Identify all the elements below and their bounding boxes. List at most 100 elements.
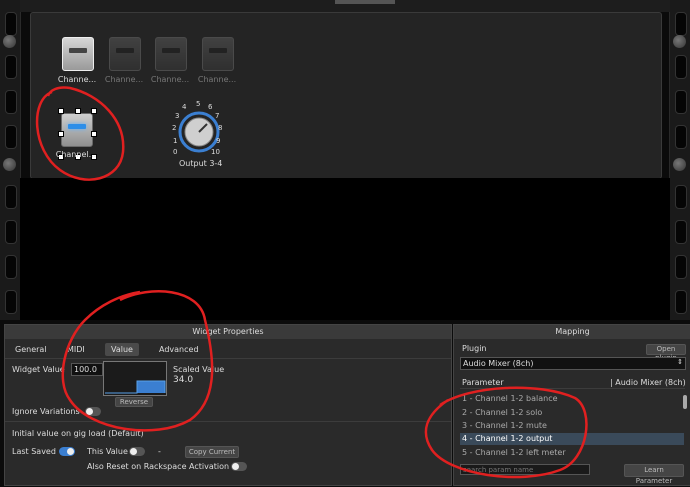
value-curve-editor[interactable]	[103, 361, 167, 396]
rail-hole	[5, 12, 17, 36]
rail-hole	[675, 12, 687, 36]
select-arrows-icon: ⇕	[677, 358, 683, 366]
rack-top-tab[interactable]	[335, 0, 395, 4]
widget-value-field[interactable]: 100.0	[71, 363, 103, 376]
divider	[5, 421, 451, 422]
plugin-label: Plugin	[462, 344, 487, 353]
fader-widget[interactable]	[62, 37, 94, 71]
resize-handle[interactable]	[91, 131, 97, 137]
rail-hole	[5, 220, 17, 244]
rail-hole	[5, 55, 17, 79]
last-saved-toggle[interactable]	[59, 447, 75, 456]
rail-hole	[5, 255, 17, 279]
tab-general[interactable]: General	[9, 343, 53, 356]
parameter-list-item[interactable]: 1 - Channel 1-2 balance	[460, 393, 684, 405]
toggle-knob	[86, 408, 93, 415]
tab-midi[interactable]: MIDI	[61, 343, 91, 356]
plugin-select-value: Audio Mixer (8ch)	[463, 359, 534, 368]
fader-slot	[68, 124, 86, 129]
toggle-knob	[130, 448, 137, 455]
reverse-button[interactable]: Reverse	[115, 397, 153, 407]
also-reset-label: Also Reset on Rackspace Activation	[87, 462, 230, 471]
parameter-search-input[interactable]	[460, 464, 590, 475]
toggle-knob	[67, 448, 74, 455]
rail-hole	[5, 290, 17, 314]
rack-panel[interactable]: Channe... Channe... Channe... Channe... …	[30, 12, 662, 179]
initial-value-label: Initial value on gig load (Default)	[12, 429, 144, 438]
rail-hole	[675, 220, 687, 244]
mapping-title: Mapping	[454, 325, 690, 339]
fader-widget[interactable]	[109, 37, 141, 71]
widget-properties-title: Widget Properties	[5, 325, 451, 339]
rack-rail-right	[669, 0, 690, 320]
this-value-label: This Value	[87, 447, 128, 456]
rail-screw	[3, 35, 16, 48]
rail-hole	[675, 55, 687, 79]
widget-label: Channe...	[150, 75, 190, 84]
parameter-list-item[interactable]: 2 - Channel 1-2 solo	[460, 407, 684, 419]
knob-scale-label: 4	[182, 103, 187, 111]
selected-fader-widget[interactable]	[61, 113, 93, 147]
also-reset-toggle[interactable]	[231, 462, 247, 471]
rail-hole	[5, 125, 17, 149]
mapping-panel: Mapping Plugin Open plugin Audio Mixer (…	[453, 324, 690, 486]
rack-empty-area[interactable]	[20, 178, 670, 320]
ignore-variations-toggle[interactable]	[85, 407, 101, 416]
knob-scale-label: 7	[215, 112, 220, 120]
fader-slot	[162, 48, 180, 53]
knob-scale-label: 3	[175, 112, 180, 120]
knob-scale-label: 10	[211, 148, 220, 156]
rail-screw	[673, 158, 686, 171]
scaled-value: 34.0	[173, 375, 194, 385]
open-plugin-button[interactable]: Open plugin	[646, 344, 686, 362]
resize-handle[interactable]	[58, 108, 64, 114]
fader-widget[interactable]	[202, 37, 234, 71]
divider	[5, 358, 451, 359]
knob-scale-label: 5	[196, 100, 201, 108]
knob-scale-label: 0	[173, 148, 178, 156]
this-value-toggle[interactable]	[129, 447, 145, 456]
this-value-field[interactable]: -	[158, 447, 161, 456]
rack-top-bar	[20, 0, 670, 12]
rail-hole	[675, 290, 687, 314]
output-knob[interactable]	[169, 101, 233, 161]
rail-hole	[675, 255, 687, 279]
learn-parameter-button[interactable]: Learn Parameter	[624, 464, 684, 485]
parameter-list-item-selected[interactable]: 4 - Channel 1-2 output	[460, 433, 684, 445]
rail-hole	[5, 185, 17, 209]
ignore-variations-label: Ignore Variations	[12, 407, 80, 416]
resize-handle[interactable]	[58, 131, 64, 137]
divider	[460, 388, 685, 389]
toggle-knob	[232, 463, 239, 470]
tab-advanced[interactable]: Advanced	[153, 343, 205, 356]
resize-handle[interactable]	[75, 108, 81, 114]
resize-handle[interactable]	[91, 108, 97, 114]
knob-label: Output 3-4	[179, 159, 223, 168]
last-saved-label: Last Saved	[12, 447, 56, 456]
parameter-header-plugin: | Audio Mixer (8ch)	[610, 378, 686, 387]
widget-label: Channe...	[197, 75, 237, 84]
knob-scale-label: 6	[208, 103, 213, 111]
fader-slot	[116, 48, 134, 53]
rail-hole	[5, 90, 17, 114]
widget-properties-panel: Widget Properties General MIDI Value Adv…	[4, 324, 452, 486]
tab-value[interactable]: Value	[105, 343, 139, 356]
fader-widget[interactable]	[155, 37, 187, 71]
rail-hole	[675, 90, 687, 114]
parameter-header: Parameter	[462, 378, 504, 387]
rail-screw	[3, 158, 16, 171]
knob-scale-label: 1	[173, 137, 178, 145]
rail-hole	[675, 125, 687, 149]
widget-label: Channe...	[104, 75, 144, 84]
knob-scale-label: 2	[172, 124, 177, 132]
parameter-list-item[interactable]: 5 - Channel 1-2 left meter	[460, 447, 684, 459]
parameter-list-scrollbar[interactable]	[683, 395, 687, 409]
rail-hole	[675, 185, 687, 209]
plugin-select[interactable]: Audio Mixer (8ch) ⇕	[460, 357, 686, 370]
scaled-value-label: Scaled Value	[173, 365, 225, 374]
parameter-list-item[interactable]: 3 - Channel 1-2 mute	[460, 420, 684, 432]
fader-slot	[69, 48, 87, 53]
rail-screw	[673, 35, 686, 48]
knob-scale-label: 9	[216, 137, 221, 145]
copy-current-button[interactable]: Copy Current	[185, 446, 239, 458]
